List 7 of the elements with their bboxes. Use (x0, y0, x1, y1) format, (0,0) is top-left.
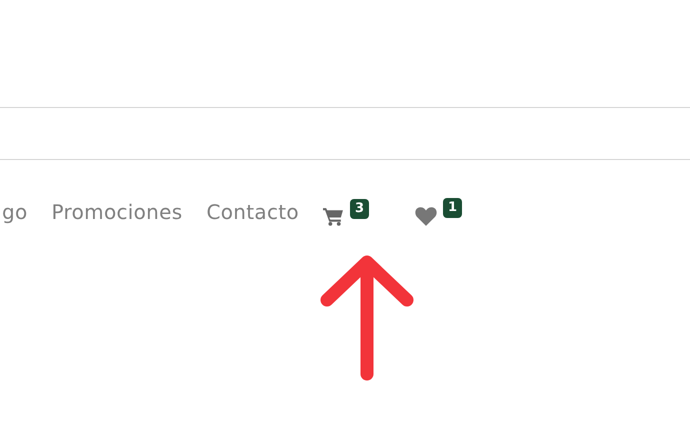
heart-icon[interactable] (414, 206, 437, 226)
nav-link[interactable]: Promociones (52, 200, 182, 224)
cart-icon[interactable] (322, 206, 344, 226)
nav-link[interactable]: Contacto (206, 200, 299, 224)
wishlist-count-badge: 1 (442, 198, 462, 218)
nav-link[interactable]: go (2, 200, 28, 224)
cart-count-badge: 3 (350, 198, 369, 218)
